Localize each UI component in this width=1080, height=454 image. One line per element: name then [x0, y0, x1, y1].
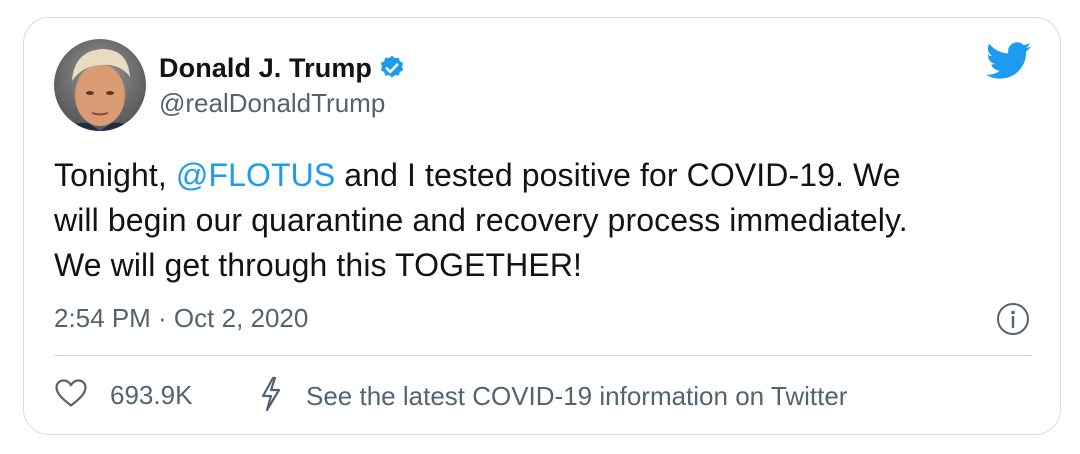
display-name[interactable]: Donald J. Trump — [159, 53, 372, 84]
twitter-bird-icon[interactable] — [986, 42, 1032, 80]
tweet-text: Tonight, @FLOTUS and I tested positive f… — [54, 153, 1044, 288]
tweet-line-3: We will get through this TOGETHER! — [54, 247, 583, 283]
avatar[interactable] — [54, 39, 146, 131]
verified-badge-icon — [378, 54, 406, 82]
lightning-bolt-icon — [258, 376, 284, 417]
tweet-text-segment: and I tested positive for COVID-19. We — [335, 157, 901, 193]
like-count: 693.9K — [110, 380, 193, 410]
covid-info-label: See the latest COVID-19 information on T… — [306, 381, 848, 411]
tweet-line-2: will begin our quarantine and recovery p… — [54, 202, 908, 238]
heart-icon — [54, 378, 88, 413]
like-button[interactable]: 693.9K — [54, 378, 192, 413]
mention-link[interactable]: @FLOTUS — [176, 157, 335, 193]
handle[interactable]: @realDonaldTrump — [159, 88, 385, 119]
tweet-text-segment: Tonight, — [54, 157, 176, 193]
timestamp[interactable]: 2:54 PM · Oct 2, 2020 — [54, 303, 308, 334]
info-icon[interactable] — [996, 302, 1030, 336]
covid-info-link[interactable]: See the latest COVID-19 information on T… — [258, 376, 847, 417]
tweet-line-1: Tonight, @FLOTUS and I tested positive f… — [54, 153, 1044, 198]
divider — [54, 355, 1032, 356]
